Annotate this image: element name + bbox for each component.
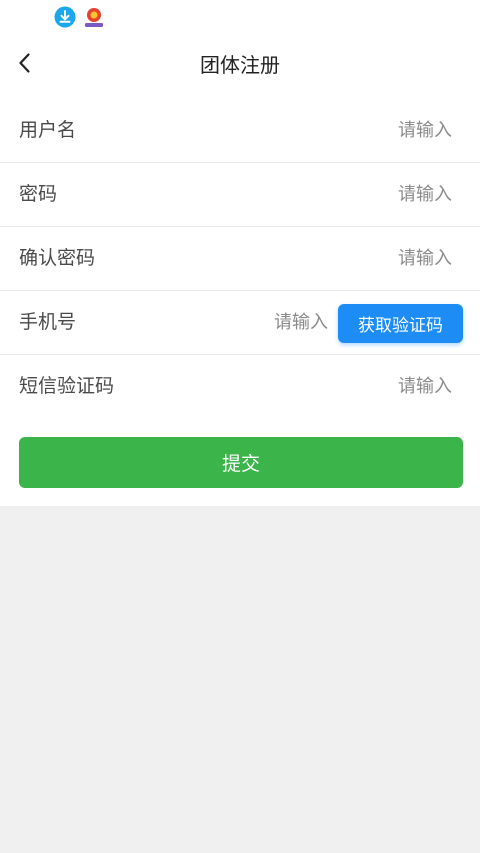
navigation-bar: 团体注册 xyxy=(0,38,480,92)
registration-form: 用户名 密码 确认密码 手机号 获取验证码 短信验证码 xyxy=(0,99,480,418)
form-row-username: 用户名 xyxy=(0,99,480,163)
confirm-password-input[interactable] xyxy=(302,241,452,275)
username-label: 用户名 xyxy=(19,119,77,141)
content-panel: 团体注册 用户名 密码 确认密码 手机号 获取验证码 短信验证码 xyxy=(0,0,480,506)
phone-label: 手机号 xyxy=(19,311,77,333)
password-input[interactable] xyxy=(302,177,452,211)
status-bar xyxy=(0,0,480,30)
submit-button[interactable]: 提交 xyxy=(19,437,463,488)
screen: 团体注册 用户名 密码 确认密码 手机号 获取验证码 短信验证码 xyxy=(0,0,480,853)
password-label: 密码 xyxy=(19,183,58,205)
form-row-confirm-password: 确认密码 xyxy=(0,227,480,291)
download-icon xyxy=(54,6,76,28)
sms-code-input[interactable] xyxy=(302,369,452,403)
form-row-phone: 手机号 获取验证码 xyxy=(0,291,480,355)
phone-input[interactable] xyxy=(218,305,328,339)
username-input[interactable] xyxy=(302,113,452,147)
sms-code-label: 短信验证码 xyxy=(19,375,115,397)
confirm-password-label: 确认密码 xyxy=(19,247,96,269)
form-row-password: 密码 xyxy=(0,163,480,227)
form-row-sms-code: 短信验证码 xyxy=(0,355,480,418)
get-verification-code-button[interactable]: 获取验证码 xyxy=(338,304,463,343)
page-title: 团体注册 xyxy=(200,53,280,77)
app-notification-icon xyxy=(83,6,105,28)
